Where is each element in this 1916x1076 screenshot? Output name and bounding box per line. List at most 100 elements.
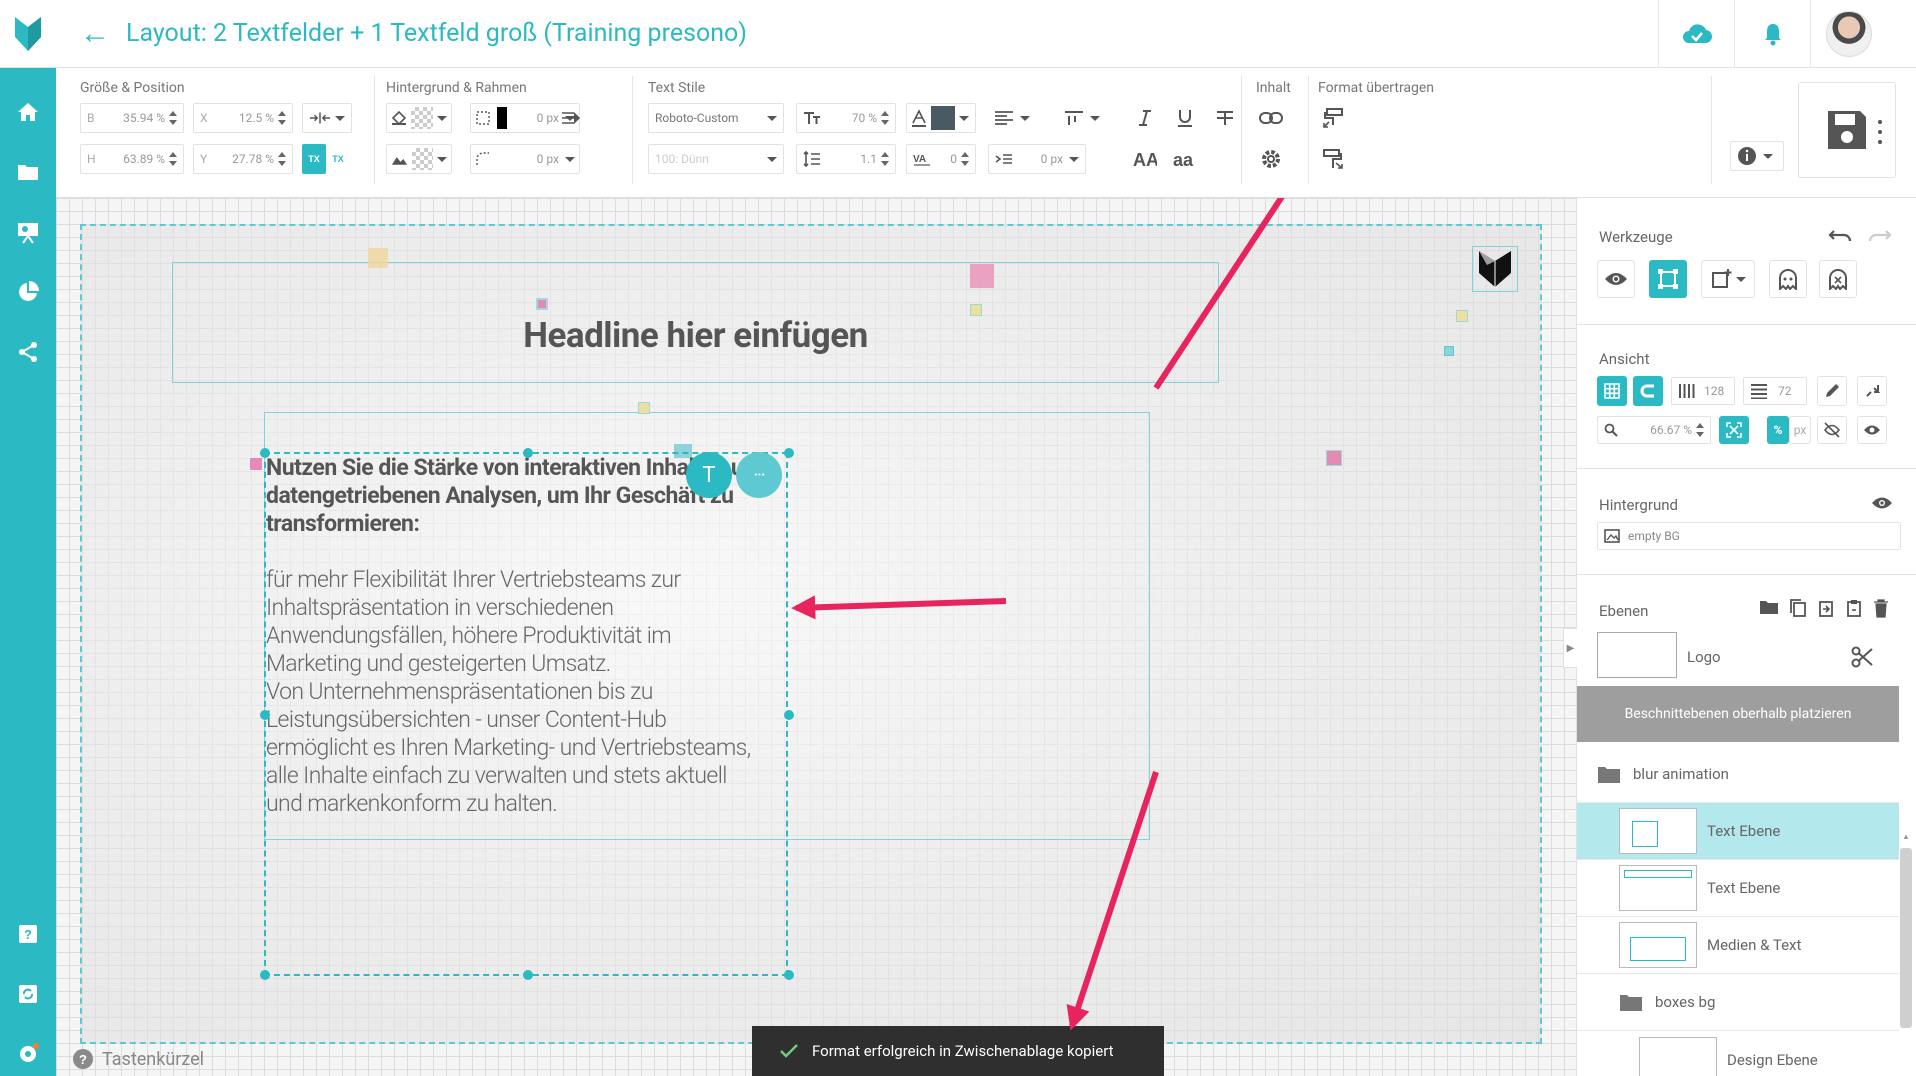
- user-menu[interactable]: [1810, 0, 1886, 68]
- import-icon[interactable]: [1817, 598, 1835, 618]
- text-color-swatch: [931, 106, 955, 130]
- share-icon[interactable]: [0, 332, 56, 372]
- strikethrough-button[interactable]: [1210, 103, 1240, 133]
- scissors-button[interactable]: [1847, 642, 1877, 672]
- fit-screen-button[interactable]: [1719, 416, 1749, 444]
- paint-roller-paste-icon: [1323, 149, 1343, 169]
- paste-format-button[interactable]: [1318, 144, 1348, 174]
- pie-chart-icon[interactable]: [0, 272, 56, 312]
- radius-field[interactable]: 0 px: [470, 144, 580, 174]
- unit-percent-button[interactable]: %: [1767, 416, 1789, 444]
- folder-icon[interactable]: [0, 152, 56, 192]
- home-icon[interactable]: [0, 92, 56, 132]
- help-icon[interactable]: ?: [0, 914, 56, 954]
- height-field[interactable]: H 63.89 %: [80, 144, 184, 174]
- arrow-to-toast: [1066, 771, 1159, 1031]
- layer-item[interactable]: Medien & Text: [1577, 917, 1899, 974]
- canvas-area[interactable]: Headline hier einfügen Nutzen Sie die St…: [56, 198, 1576, 1076]
- italic-button[interactable]: [1130, 103, 1160, 133]
- layer-folder[interactable]: boxes bg: [1577, 974, 1899, 1031]
- text-color-picker[interactable]: [906, 103, 976, 133]
- collapse-panel-tab[interactable]: ▶: [1563, 628, 1577, 668]
- view-eye-button[interactable]: [1857, 416, 1887, 444]
- rows-field[interactable]: 72: [1743, 377, 1807, 405]
- uppercase-button[interactable]: AA: [1130, 144, 1160, 174]
- hide-hidden-button[interactable]: [1817, 416, 1847, 444]
- unit-px-button[interactable]: px: [1789, 416, 1811, 444]
- vertical-align-select[interactable]: [1058, 103, 1116, 133]
- layer-folder[interactable]: blur animation: [1577, 746, 1899, 803]
- ghost-tool-button[interactable]: [1769, 260, 1807, 298]
- place-clipping-layers-button[interactable]: Beschnittebenen oberhalb platzieren: [1577, 686, 1899, 742]
- layer-label-logo[interactable]: Logo: [1687, 648, 1721, 666]
- line-height-field[interactable]: 1.1: [796, 144, 896, 174]
- layers-scrollbar[interactable]: [1900, 848, 1912, 1028]
- avatar[interactable]: [1825, 11, 1872, 57]
- new-folder-icon[interactable]: [1759, 598, 1779, 616]
- shape-tool-dropdown[interactable]: [1701, 260, 1755, 298]
- info-dropdown[interactable]: [1730, 141, 1784, 171]
- layer-item[interactable]: Text Ebene: [1577, 860, 1899, 917]
- undo-button[interactable]: [1825, 220, 1855, 250]
- distribute-horizontal-button[interactable]: [302, 103, 352, 133]
- select-tool-button[interactable]: [1649, 260, 1687, 298]
- stepper-icon[interactable]: [278, 110, 286, 126]
- ghost-icon: [1779, 269, 1797, 290]
- ruler-button[interactable]: [1817, 376, 1847, 406]
- columns-field[interactable]: 128: [1671, 377, 1735, 405]
- border-style-button[interactable]: [556, 103, 586, 133]
- settings-icon[interactable]: [0, 1034, 56, 1074]
- stepper-icon[interactable]: [278, 151, 286, 167]
- scroll-up-icon[interactable]: ▲: [1900, 832, 1912, 842]
- indent-field[interactable]: 0 px: [988, 144, 1086, 174]
- back-arrow-icon[interactable]: ←: [80, 18, 110, 49]
- stepper-icon[interactable]: [961, 151, 969, 167]
- copy-icon[interactable]: [1789, 598, 1807, 618]
- background-visibility-button[interactable]: [1867, 488, 1897, 518]
- arrow-to-text-box: [791, 595, 1007, 620]
- content-settings-button[interactable]: [1256, 144, 1286, 174]
- lowercase-button[interactable]: aa: [1170, 144, 1200, 174]
- ghost-remove-button[interactable]: [1819, 260, 1857, 298]
- stepper-icon[interactable]: [169, 151, 177, 167]
- font-family-select[interactable]: Roboto-Custom: [648, 103, 784, 133]
- shadow-color-picker[interactable]: [386, 144, 452, 174]
- paste-icon[interactable]: [1845, 598, 1863, 618]
- x-field[interactable]: X 12.5 %: [193, 103, 293, 133]
- stepper-icon[interactable]: [881, 110, 889, 126]
- underline-button[interactable]: [1170, 103, 1200, 133]
- layer-item[interactable]: Design Ebene: [1577, 1031, 1899, 1076]
- bell-icon: [1764, 24, 1781, 46]
- stepper-icon[interactable]: [169, 110, 177, 126]
- link-button[interactable]: [1256, 103, 1286, 133]
- background-select[interactable]: empty BG: [1597, 522, 1901, 550]
- notifications-button[interactable]: [1734, 0, 1810, 68]
- cloud-sync-button[interactable]: [1658, 0, 1734, 68]
- trash-icon[interactable]: [1873, 598, 1889, 618]
- text-align-select[interactable]: [988, 103, 1048, 133]
- layer-item-selected[interactable]: Text Ebene: [1577, 803, 1899, 860]
- grid-toggle-button[interactable]: [1597, 376, 1627, 406]
- more-options-icon[interactable]: [1874, 120, 1886, 144]
- presentation-icon[interactable]: [0, 212, 56, 252]
- refresh-icon[interactable]: [0, 974, 56, 1014]
- lock-aspect-button[interactable]: TX: [302, 144, 326, 174]
- preview-button[interactable]: [1597, 260, 1635, 298]
- layer-thumb-logo[interactable]: [1597, 632, 1677, 678]
- font-size-field[interactable]: 70 %: [796, 103, 896, 133]
- letter-spacing-field[interactable]: VA 0: [906, 144, 976, 174]
- svg-text:aa: aa: [1173, 150, 1194, 168]
- width-field[interactable]: B 35.94 %: [80, 103, 184, 133]
- snap-toggle-button[interactable]: [1633, 376, 1663, 406]
- redo-button[interactable]: [1865, 220, 1895, 250]
- stepper-icon[interactable]: [881, 151, 889, 167]
- font-weight-select[interactable]: 100: Dünn: [648, 144, 784, 174]
- fill-color-picker[interactable]: [386, 103, 452, 133]
- copy-format-button[interactable]: [1318, 103, 1348, 133]
- app-logo[interactable]: [0, 0, 56, 68]
- guides-button[interactable]: [1857, 376, 1887, 406]
- zoom-field[interactable]: 66.67 %: [1597, 416, 1711, 444]
- text-fit-button[interactable]: TX: [326, 144, 350, 174]
- y-field[interactable]: Y 27.78 %: [193, 144, 293, 174]
- stepper-icon[interactable]: [1696, 422, 1704, 438]
